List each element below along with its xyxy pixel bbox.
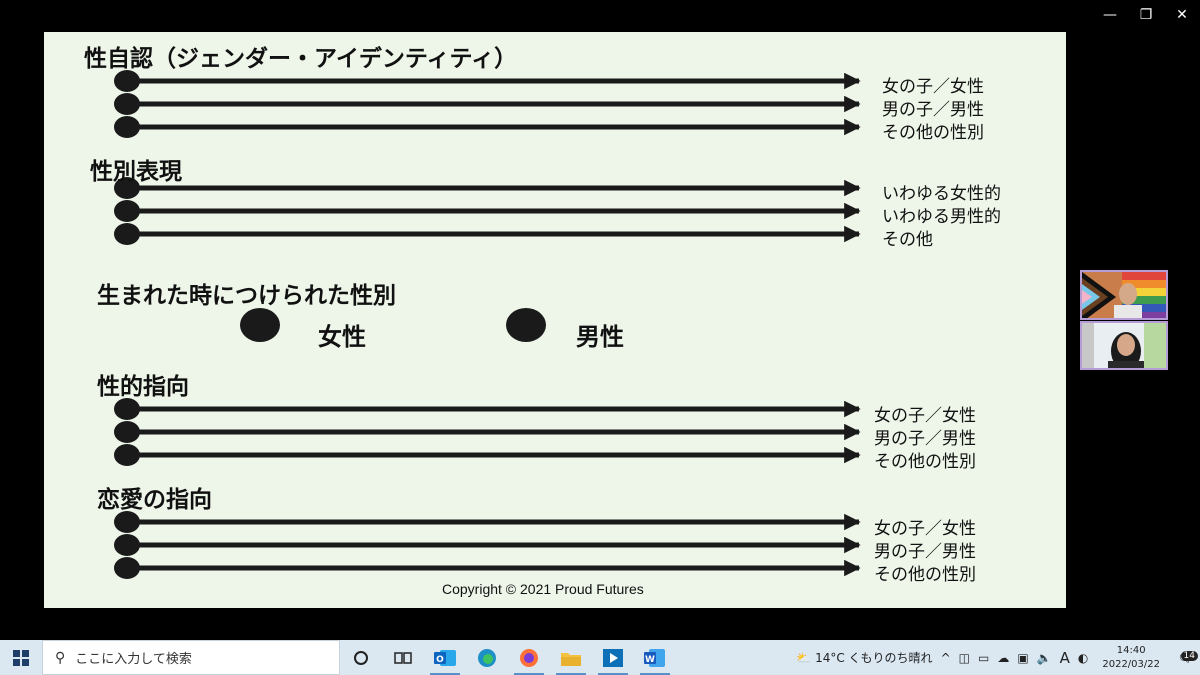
cortana-circle-icon <box>354 650 368 665</box>
firefox-taskbar-button[interactable] <box>508 640 550 675</box>
chevron-up-icon[interactable]: ^ <box>937 651 955 665</box>
label-other: その他の性別 <box>874 452 976 472</box>
ime-indicator[interactable]: A <box>1056 649 1074 667</box>
media-player-taskbar-button[interactable] <box>592 640 634 675</box>
female-dot <box>240 308 280 342</box>
presentation-slide: 性自認（ジェンダー・アイデンティティ） 女の子／女性 男の子／男性 その他の性別… <box>44 32 1066 608</box>
window-controls: — ❐ ✕ <box>1092 0 1200 30</box>
male-dot <box>506 308 546 342</box>
label-male: 男の子／男性 <box>874 542 976 562</box>
meet-now-icon[interactable]: ◫ <box>955 651 974 665</box>
outlook-icon: O <box>434 649 456 666</box>
clock-time: 14:40 <box>1116 644 1146 656</box>
volume-icon[interactable]: 🔈 <box>1033 651 1056 665</box>
outlook-taskbar-button[interactable]: O <box>424 640 466 675</box>
romantic-orientation-labels: 女の子／女性 男の子／男性 その他の性別 <box>874 518 976 587</box>
onedrive-icon[interactable]: ☁ <box>993 651 1013 665</box>
edge-taskbar-button[interactable] <box>466 640 508 675</box>
windows-taskbar: ⚲ ここに入力して検索 O W ⛅ 14°C くもりのち晴れ ^ ◫ ▭ ☁ ▣… <box>0 640 1200 675</box>
sexual-orientation-title: 性的指向 <box>97 374 189 400</box>
participant-video-1[interactable] <box>1080 270 1168 320</box>
label-other: その他の性別 <box>882 123 984 143</box>
assigned-sex-title: 生まれた時につけられた性別 <box>97 283 396 309</box>
male-label: 男性 <box>576 323 624 351</box>
participant-1-image <box>1082 272 1166 318</box>
restore-button[interactable]: ❐ <box>1128 0 1164 30</box>
romantic-orientation-title: 恋愛の指向 <box>97 487 212 513</box>
notification-count: 14 <box>1180 650 1198 661</box>
firefox-icon <box>520 648 538 667</box>
network-icon[interactable]: ▣ <box>1013 651 1032 665</box>
taskbar-search-box[interactable]: ⚲ ここに入力して検索 <box>42 640 340 675</box>
media-play-icon <box>603 648 623 667</box>
word-taskbar-button[interactable]: W <box>634 640 676 675</box>
svg-text:O: O <box>436 655 444 665</box>
minimize-button[interactable]: — <box>1092 0 1128 30</box>
clock-date: 2022/03/22 <box>1102 658 1160 670</box>
label-female: 女の子／女性 <box>874 406 976 426</box>
label-other: その他 <box>882 230 933 250</box>
female-label: 女性 <box>318 323 366 351</box>
label-other: その他の性別 <box>874 565 976 585</box>
weather-widget[interactable]: ⛅ 14°C くもりのち晴れ <box>792 649 936 666</box>
sexual-orientation-labels: 女の子／女性 男の子／男性 その他の性別 <box>874 405 976 474</box>
svg-text:W: W <box>645 655 655 665</box>
gender-identity-title: 性自認（ジェンダー・アイデンティティ） <box>84 46 518 72</box>
edge-icon <box>478 648 496 667</box>
label-female: 女の子／女性 <box>874 519 976 539</box>
search-placeholder: ここに入力して検索 <box>75 652 192 667</box>
notification-center-button[interactable]: 🗨 14 <box>1170 650 1200 665</box>
close-button[interactable]: ✕ <box>1164 0 1200 30</box>
system-tray: ⛅ 14°C くもりのち晴れ ^ ◫ ▭ ☁ ▣ 🔈 A ◐ 14:40 202… <box>792 640 1200 675</box>
taskbar-clock[interactable]: 14:40 2022/03/22 <box>1092 644 1170 672</box>
label-female: 女の子／女性 <box>882 77 984 97</box>
folder-icon <box>561 652 581 666</box>
copyright-text: Copyright © 2021 Proud Futures <box>442 581 644 597</box>
participant-video-2[interactable] <box>1080 321 1168 370</box>
night-light-icon[interactable]: ◐ <box>1074 651 1092 665</box>
gender-identity-labels: 女の子／女性 男の子／男性 その他の性別 <box>882 76 984 145</box>
word-icon: W <box>644 648 665 667</box>
cortana-button[interactable] <box>340 640 382 675</box>
label-feminine: いわゆる女性的 <box>882 184 1001 204</box>
search-icon: ⚲ <box>55 649 66 666</box>
task-view-button[interactable] <box>382 640 424 675</box>
windows-logo-icon <box>13 649 29 666</box>
gender-expression-labels: いわゆる女性的 いわゆる男性的 その他 <box>882 183 1001 252</box>
participant-2-image <box>1082 323 1166 368</box>
label-male: 男の子／男性 <box>874 429 976 449</box>
label-male: 男の子／男性 <box>882 100 984 120</box>
file-explorer-taskbar-button[interactable] <box>550 640 592 675</box>
weather-text: 14°C くもりのち晴れ <box>815 651 933 665</box>
battery-icon[interactable]: ▭ <box>974 651 993 665</box>
label-masculine: いわゆる男性的 <box>882 207 1001 227</box>
cloud-sun-icon: ⛅ <box>796 651 812 665</box>
start-button[interactable] <box>0 640 42 675</box>
gender-expression-title: 性別表現 <box>90 159 182 185</box>
task-view-icon <box>394 651 412 664</box>
